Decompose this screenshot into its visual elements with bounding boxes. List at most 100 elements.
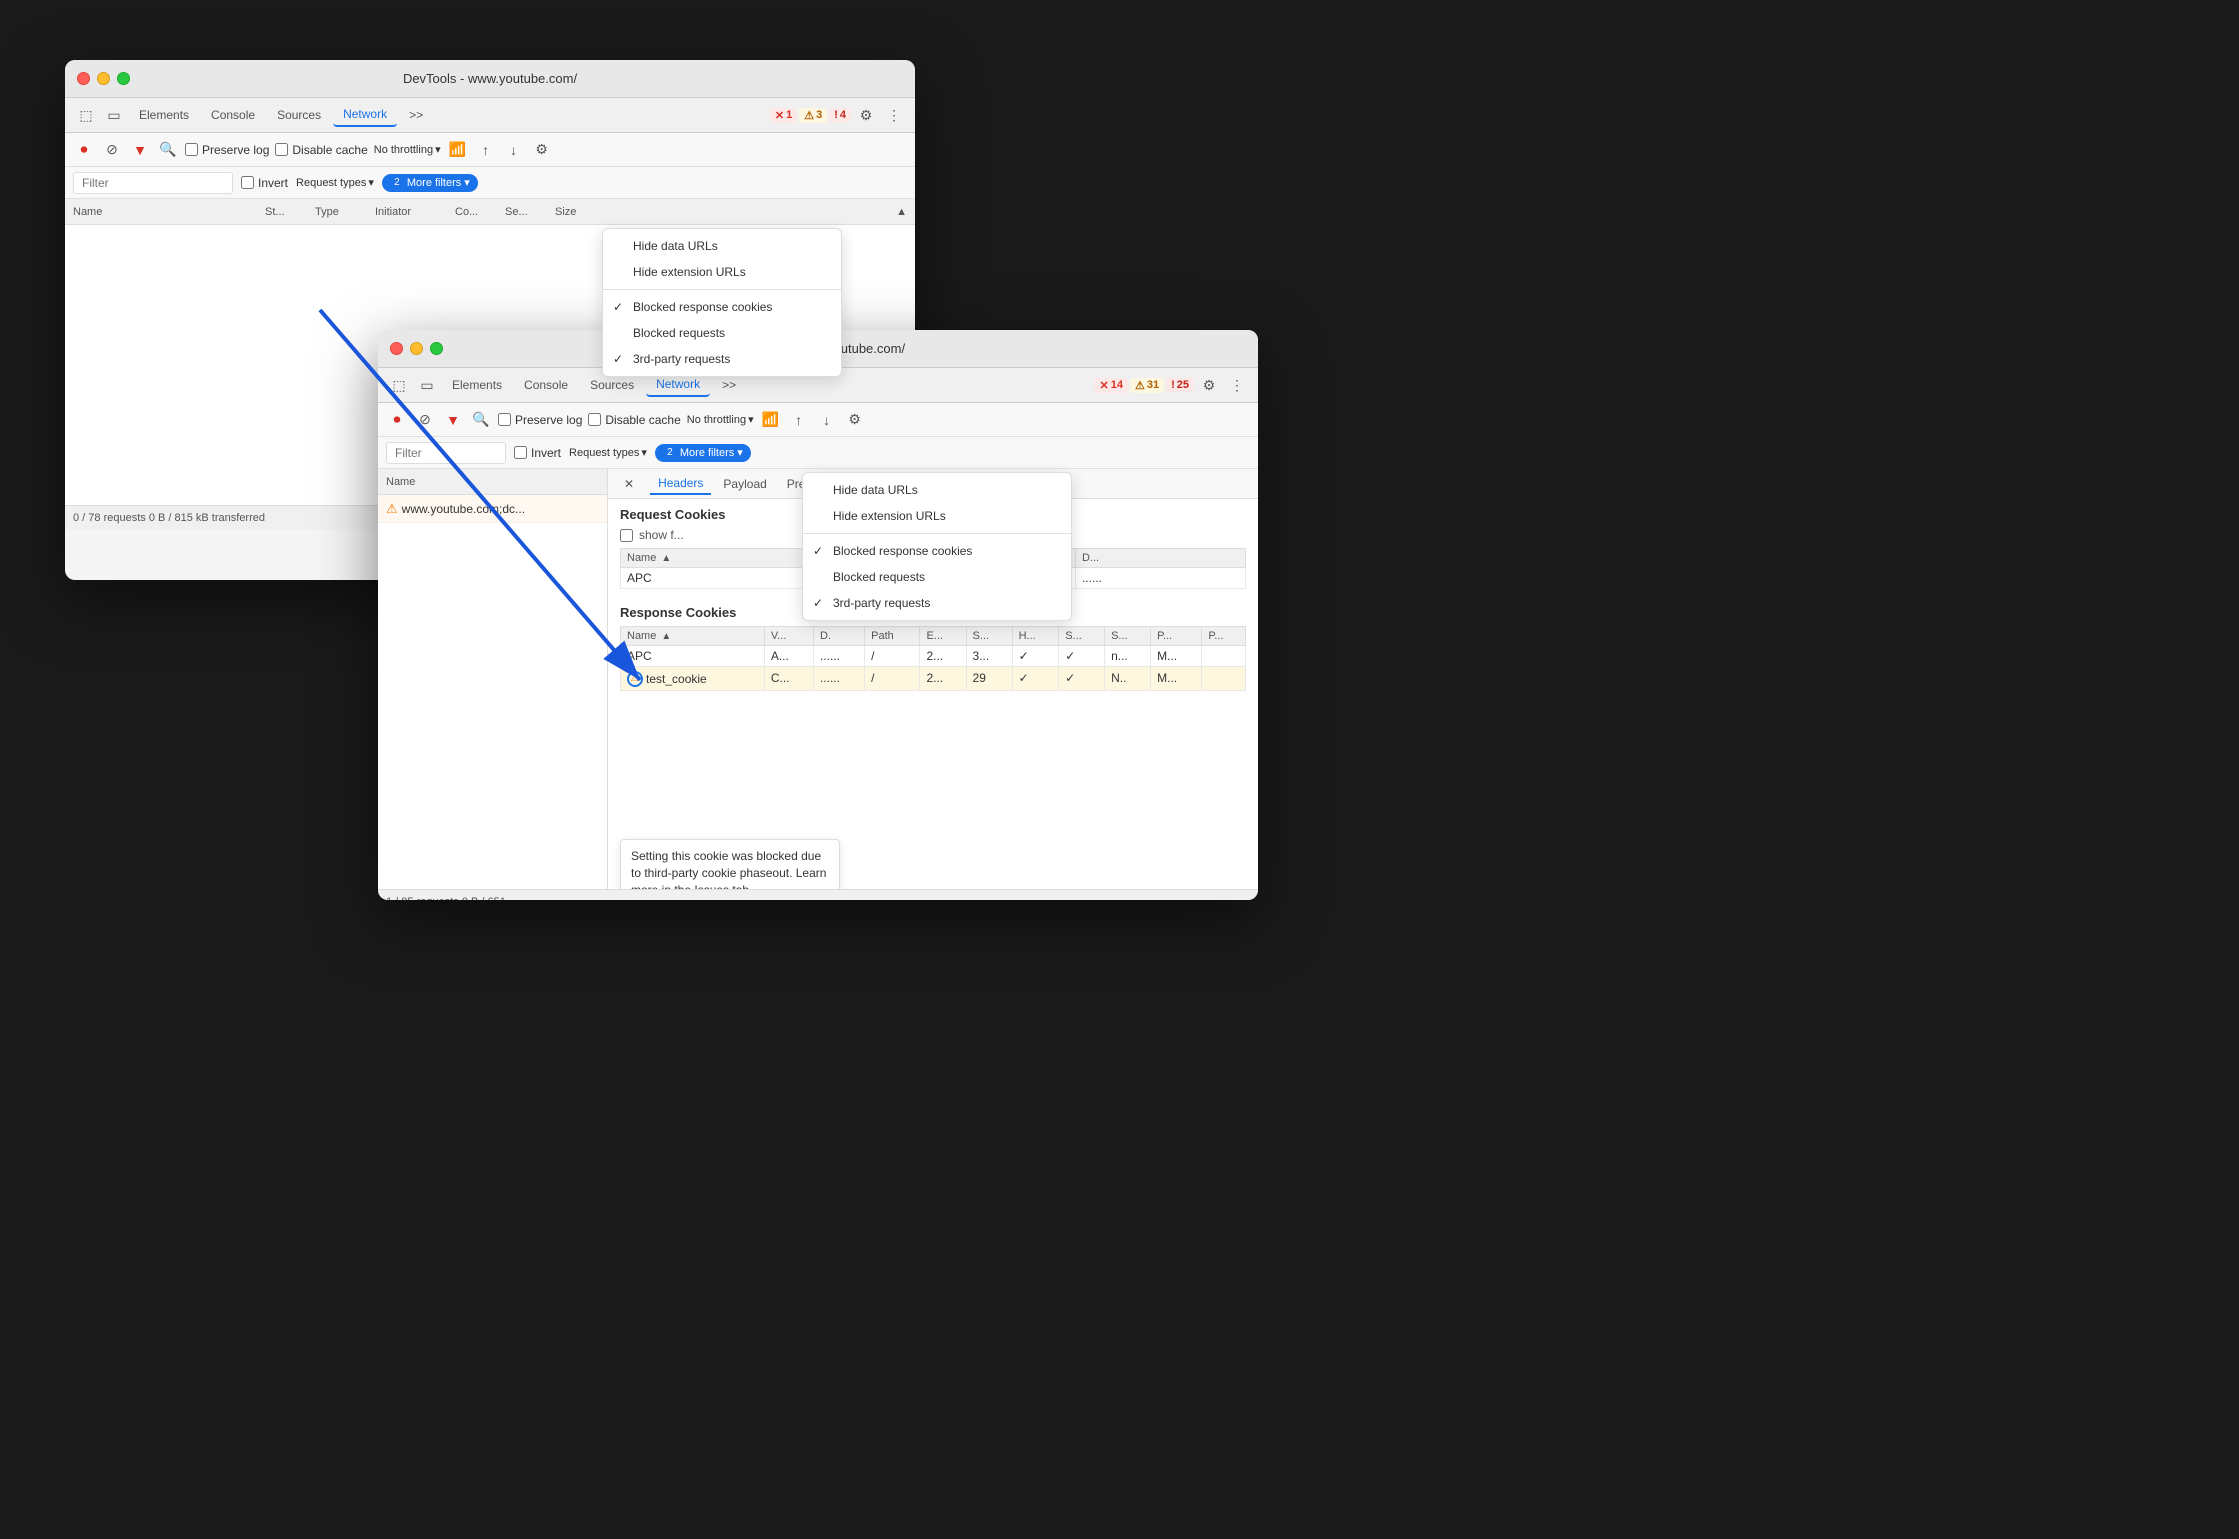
show-filtered-label: show f... (639, 528, 684, 542)
badge-info-2: ! 25 (1166, 378, 1194, 392)
filter-input-1[interactable] (73, 172, 233, 194)
dropdown2-hide-ext-urls[interactable]: Hide extension URLs (803, 503, 1071, 529)
settings-icon-2[interactable]: ⚙ (1196, 372, 1222, 398)
invert-label-2[interactable]: Invert (514, 446, 561, 460)
detail-tab-payload[interactable]: Payload (715, 474, 774, 494)
tab-elements-2[interactable]: Elements (442, 374, 512, 396)
more-filters-dropdown-1: Hide data URLs Hide extension URLs Block… (602, 228, 842, 377)
minimize-button-2[interactable] (410, 342, 423, 355)
tab-sources-1[interactable]: Sources (267, 104, 331, 126)
resp-cookie-row-apc[interactable]: APC A... ...... / 2... 3... ✓ ✓ n... M..… (621, 646, 1246, 667)
error-icon-1: ✕ (775, 109, 784, 122)
cursor-icon-1[interactable]: ⬚ (73, 102, 99, 128)
network-list-2: Name ⚠ www.youtube.com;dc... (378, 469, 608, 889)
more-filters-btn-1[interactable]: 2 More filters ▾ (382, 174, 478, 192)
dropdown2-blocked-requests[interactable]: Blocked requests (803, 564, 1071, 590)
traffic-lights-1 (77, 72, 130, 85)
more-icon-1[interactable]: ⋮ (881, 102, 907, 128)
resp-cookie-row-test[interactable]: ⚠ test_cookie C... ...... / 2... 29 ✓ (621, 667, 1246, 691)
request-types-btn-2[interactable]: Request types ▾ (569, 446, 647, 459)
network-list-item-1[interactable]: ⚠ www.youtube.com;dc... (378, 495, 607, 523)
resp-apc-path: / (865, 646, 920, 667)
tab-more-1[interactable]: >> (399, 104, 433, 126)
maximize-button-2[interactable] (430, 342, 443, 355)
detail-tab-headers[interactable]: Headers (650, 473, 711, 495)
dropdown-hide-data-urls-1[interactable]: Hide data URLs (603, 233, 841, 259)
request-types-btn-1[interactable]: Request types ▾ (296, 176, 374, 189)
show-filtered-checkbox[interactable] (620, 529, 633, 542)
test-cookie-warning-icon: ⚠ (631, 673, 640, 684)
preserve-log-label-2[interactable]: Preserve log (498, 413, 582, 427)
clear-btn-1[interactable]: ⊘ (101, 139, 123, 161)
settings-gear-2[interactable]: ⚙ (844, 409, 866, 431)
stop-record-btn-2[interactable]: ⏺ (386, 409, 408, 431)
preserve-log-label-1[interactable]: Preserve log (185, 143, 269, 157)
minimize-button-1[interactable] (97, 72, 110, 85)
disable-cache-label-2[interactable]: Disable cache (588, 413, 680, 427)
resp-col-e: E... (920, 627, 966, 646)
throttle-select-1[interactable]: No throttling ▾ (374, 143, 441, 156)
upload-icon-1[interactable]: ↑ (475, 139, 497, 161)
tab-elements-1[interactable]: Elements (129, 104, 199, 126)
tab-sources-2[interactable]: Sources (580, 374, 644, 396)
resp-apc-s3: n... (1105, 646, 1151, 667)
dropdown2-hide-data-urls[interactable]: Hide data URLs (803, 477, 1071, 503)
device-icon-2[interactable]: ▭ (414, 372, 440, 398)
dropdown2-blocked-cookies[interactable]: Blocked response cookies (803, 538, 1071, 564)
download-icon-1[interactable]: ↓ (503, 139, 525, 161)
maximize-button-1[interactable] (117, 72, 130, 85)
throttle-select-2[interactable]: No throttling ▾ (687, 413, 754, 426)
more-filters-btn-2[interactable]: 2 More filters ▾ (655, 444, 751, 462)
filter-icon-2[interactable]: ▼ (442, 409, 464, 431)
resp-col-s3: S... (1105, 627, 1151, 646)
resp-col-s2: S... (1059, 627, 1105, 646)
close-button-1[interactable] (77, 72, 90, 85)
download-icon-2[interactable]: ↓ (816, 409, 838, 431)
upload-icon-2[interactable]: ↑ (788, 409, 810, 431)
invert-label-1[interactable]: Invert (241, 176, 288, 190)
resp-test-s: 29 (966, 667, 1012, 691)
device-icon-1[interactable]: ▭ (101, 102, 127, 128)
table-header-1: Name St... Type Initiator Co... Se... Si… (65, 199, 915, 225)
resp-col-h: H... (1012, 627, 1059, 646)
disable-cache-checkbox-2[interactable] (588, 413, 601, 426)
search-icon-2[interactable]: 🔍 (470, 409, 492, 431)
filter-icon-1[interactable]: ▼ (129, 139, 151, 161)
tab-console-1[interactable]: Console (201, 104, 265, 126)
preserve-log-checkbox-2[interactable] (498, 413, 511, 426)
resp-apc-s: 3... (966, 646, 1012, 667)
wifi-icon-2[interactable]: 📶 (760, 409, 782, 431)
invert-checkbox-2[interactable] (514, 446, 527, 459)
cursor-icon-2[interactable]: ⬚ (386, 372, 412, 398)
dropdown2-3rd-party[interactable]: 3rd-party requests (803, 590, 1071, 616)
search-icon-1[interactable]: 🔍 (157, 139, 179, 161)
scroll-up-btn-1[interactable]: ▲ (605, 206, 915, 218)
disable-cache-label-1[interactable]: Disable cache (275, 143, 367, 157)
close-button-2[interactable] (390, 342, 403, 355)
settings-gear-1[interactable]: ⚙ (531, 139, 553, 161)
dropdown-3rd-party-1[interactable]: 3rd-party requests (603, 346, 841, 372)
tab-console-2[interactable]: Console (514, 374, 578, 396)
devtools-window-2: DevTools - www.youtube.com/ ⬚ ▭ Elements… (378, 330, 1258, 900)
invert-checkbox-1[interactable] (241, 176, 254, 189)
tab-more-2[interactable]: >> (712, 374, 746, 396)
stop-record-btn-1[interactable]: ⏺ (73, 139, 95, 161)
more-icon-2[interactable]: ⋮ (1224, 372, 1250, 398)
dropdown-hide-ext-urls-1[interactable]: Hide extension URLs (603, 259, 841, 285)
dropdown-blocked-cookies-1[interactable]: Blocked response cookies (603, 294, 841, 320)
preserve-log-checkbox-1[interactable] (185, 143, 198, 156)
dropdown-blocked-requests-1[interactable]: Blocked requests (603, 320, 841, 346)
resp-test-s3: N.. (1105, 667, 1151, 691)
disable-cache-checkbox-1[interactable] (275, 143, 288, 156)
network-item-warning-icon: ⚠ (386, 501, 398, 517)
toolbar-1: ⏺ ⊘ ▼ 🔍 Preserve log Disable cache No th… (65, 133, 915, 167)
detail-close-btn[interactable]: ✕ (616, 474, 642, 494)
settings-icon-1[interactable]: ⚙ (853, 102, 879, 128)
wifi-icon-1[interactable]: 📶 (447, 139, 469, 161)
tab-network-1[interactable]: Network (333, 103, 397, 127)
disable-cache-text-2: Disable cache (605, 413, 680, 427)
filter-input-2[interactable] (386, 442, 506, 464)
col-se-header-1: Se... (505, 206, 555, 218)
clear-btn-2[interactable]: ⊘ (414, 409, 436, 431)
response-cookies-table: Name ▲ V... D. Path E... S... H... S... … (620, 626, 1246, 691)
